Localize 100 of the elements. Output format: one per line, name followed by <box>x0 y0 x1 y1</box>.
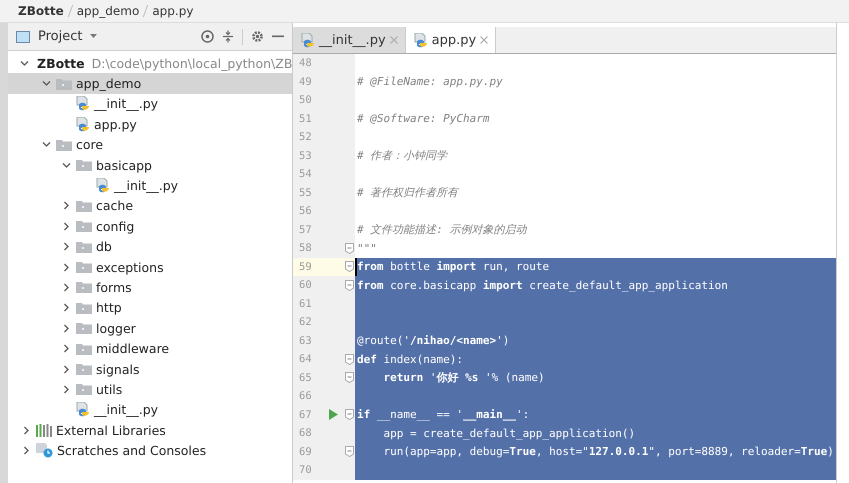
target-icon[interactable] <box>201 30 214 43</box>
line-number: 50 <box>298 94 313 106</box>
chevron-icon[interactable] <box>62 262 70 272</box>
folder-icon <box>76 342 92 355</box>
line-number: 58 <box>298 242 313 254</box>
tree-item-label: db <box>96 239 112 254</box>
fold-marker-icon[interactable] <box>345 242 354 254</box>
tree-item-label: ZBotte <box>37 56 85 71</box>
python-file-icon <box>76 402 90 418</box>
chevron-icon[interactable] <box>42 140 50 150</box>
tree-item-label: app_demo <box>76 76 142 92</box>
breadcrumb-item[interactable]: app_demo <box>76 4 140 18</box>
chevron-icon[interactable] <box>62 222 70 231</box>
line-number: 64 <box>298 353 313 366</box>
collapse-icon[interactable] <box>222 30 234 43</box>
line-number: 49 <box>298 76 313 88</box>
breadcrumb-item[interactable]: app.py <box>152 4 194 18</box>
tree-item-label: __init__.py <box>94 402 158 418</box>
tree-item[interactable]: exceptions <box>8 256 292 278</box>
chevron-icon[interactable] <box>62 242 70 252</box>
chevron-icon[interactable] <box>62 364 70 374</box>
tree-item[interactable]: cache <box>8 196 292 216</box>
breadcrumb-item[interactable]: ZBotte <box>18 4 64 18</box>
line-number: 57 <box>298 224 313 236</box>
minimize-icon[interactable] <box>272 35 284 38</box>
python-file-icon <box>76 96 90 112</box>
tree-item-label: __init__.py <box>114 178 178 194</box>
tree-item-label: http <box>96 300 122 316</box>
folder-icon <box>76 281 92 294</box>
editor-tab[interactable]: __init__.py <box>293 27 406 53</box>
tree-item[interactable]: http <box>8 298 292 318</box>
tree-item-label: __init__.py <box>94 96 158 112</box>
tree-item[interactable]: db <box>8 236 292 257</box>
tree-item[interactable]: utils <box>8 379 292 400</box>
project-view-dropdown[interactable]: Project <box>38 29 82 44</box>
line-number: 51 <box>298 112 313 125</box>
line-number: 52 <box>298 131 313 144</box>
tree-item[interactable]: app_demo <box>8 73 292 94</box>
chevron-icon[interactable] <box>20 58 29 68</box>
line-number: 61 <box>298 298 313 310</box>
line-number: 55 <box>298 186 313 199</box>
run-icon[interactable] <box>329 409 338 420</box>
tree-item-label: signals <box>96 362 140 377</box>
fold-marker-icon[interactable] <box>345 372 354 384</box>
tree-item[interactable]: config <box>8 216 292 237</box>
chevron-icon[interactable] <box>62 201 70 210</box>
tree-item[interactable]: logger <box>8 318 292 338</box>
fold-marker-icon[interactable] <box>345 446 354 458</box>
chevron-icon[interactable] <box>62 303 70 312</box>
code-line: # @FileName: app.py.py <box>356 74 504 90</box>
code-line: # 作者：小钟同学 <box>356 148 449 164</box>
tree-item[interactable]: forms <box>8 277 292 298</box>
fold-marker-icon[interactable] <box>345 261 354 272</box>
scratch-file-icon <box>36 443 53 458</box>
fold-marker-icon[interactable] <box>345 409 354 420</box>
tree-item[interactable]: middleware <box>8 338 292 359</box>
tree-item-label: logger <box>96 320 136 336</box>
python-file-icon <box>76 116 90 132</box>
tree-item[interactable]: Scratches and Consoles <box>8 440 292 461</box>
line-number: 66 <box>298 390 313 402</box>
tree-item-label: forms <box>96 280 132 295</box>
tree-item[interactable]: core <box>8 134 292 155</box>
chevron-icon[interactable] <box>42 79 50 88</box>
line-number: 62 <box>298 316 313 328</box>
line-number: 53 <box>298 150 313 162</box>
tree-item-label: External Libraries <box>56 422 166 438</box>
chevron-icon[interactable] <box>62 344 70 354</box>
tree-item-label: core <box>76 137 104 152</box>
code-line: # 文件功能描述: 示例对象的启动 <box>356 222 528 238</box>
tree-item-label: exceptions <box>96 260 164 275</box>
folder-icon <box>76 200 92 212</box>
chevron-icon[interactable] <box>62 160 70 170</box>
tree-item[interactable]: ZBotte D:\code\python\local_python\ZB <box>8 53 292 74</box>
tree-item-label: utils <box>96 382 122 397</box>
tree-item[interactable]: basicapp <box>8 154 292 176</box>
line-number: 65 <box>298 372 313 384</box>
project-path: D:\code\python\local_python\ZB <box>92 56 292 71</box>
tree-item[interactable]: signals <box>8 358 292 380</box>
chevron-icon[interactable] <box>62 282 70 292</box>
code-line: # 著作权归作者所有 <box>356 185 460 202</box>
tree-item-label: cache <box>96 198 134 214</box>
folder-icon <box>76 322 92 334</box>
fold-marker-icon[interactable] <box>345 280 354 291</box>
dropdown-caret-icon[interactable] <box>90 34 98 39</box>
settings-icon[interactable] <box>251 30 264 43</box>
tree-item[interactable]: __init__.py <box>8 400 292 420</box>
folder-icon <box>76 383 92 396</box>
chevron-icon[interactable] <box>62 384 70 394</box>
tree-item[interactable]: __init__.py <box>8 94 292 114</box>
tree-item[interactable]: __init__.py <box>8 175 292 196</box>
folder-icon <box>56 78 72 90</box>
chevron-icon[interactable] <box>62 324 70 333</box>
tree-item[interactable]: External Libraries <box>8 420 292 440</box>
tree-item[interactable]: app.py <box>8 114 292 135</box>
folder-icon <box>56 138 72 151</box>
folder-icon <box>76 302 92 314</box>
chevron-icon[interactable] <box>22 426 30 435</box>
editor-tab[interactable]: app.py <box>406 27 496 53</box>
chevron-icon[interactable] <box>22 446 30 456</box>
fold-marker-icon[interactable] <box>345 354 354 365</box>
